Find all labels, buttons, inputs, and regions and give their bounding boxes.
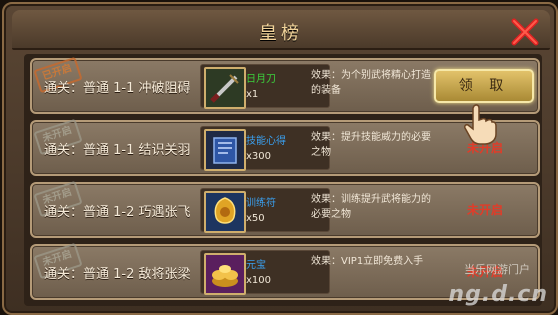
item-description: 效果：提升技能威力的必要之物	[311, 132, 431, 158]
skill-book-icon	[204, 129, 246, 171]
item-description-box: 效果：训练提升武将能力的必要之物	[311, 188, 433, 230]
sword-icon	[204, 67, 246, 109]
item-quantity: x1	[246, 89, 259, 100]
stage-label: 通关：普通 1-1 结识关羽	[44, 143, 191, 158]
gold-ingot-icon	[204, 253, 246, 295]
claim-button[interactable]: 领 取	[434, 69, 534, 103]
item-description-box: 效果：VIP1立即免费入手	[311, 250, 433, 292]
item-name: 训练符	[246, 198, 276, 209]
reward-panel: 皇榜 已开启 通关：普通 1-1 冲破阻碍 日月刀 x1 效果：为个别武将精心打…	[2, 2, 558, 315]
item-quantity: x300	[246, 151, 272, 162]
watermark-logo: ng.d.cn	[448, 282, 548, 307]
locked-status: 未开启	[466, 203, 503, 217]
close-icon[interactable]	[510, 17, 540, 47]
training-token-icon	[204, 191, 246, 233]
stage-label: 通关：普通 1-2 巧遇张飞	[44, 205, 191, 220]
stage-label: 通关：普通 1-2 敌将张梁	[44, 267, 191, 282]
item-description-box: 效果：提升技能威力的必要之物	[311, 126, 433, 168]
item-name: 技能心得	[246, 136, 286, 147]
stage-label: 通关：普通 1-1 冲破阻碍	[44, 81, 191, 96]
item-name: 日月刀	[246, 74, 276, 85]
item-description-box: 效果：为个别武将精心打造的装备	[311, 64, 433, 106]
item-quantity: x100	[246, 275, 272, 286]
item-description: 效果：为个别武将精心打造的装备	[311, 70, 431, 96]
item-name: 元宝	[246, 260, 266, 271]
item-description: 效果：训练提升武将能力的必要之物	[311, 194, 431, 220]
hand-pointer-icon	[464, 104, 497, 145]
watermark-text: 当乐网游门户	[464, 263, 530, 276]
reward-row: 未开启 通关：普通 1-2 巧遇张飞 训练符 x50 效果：训练提升武将能力的必…	[30, 180, 540, 238]
item-quantity: x50	[246, 213, 265, 224]
page-title: 皇榜	[259, 23, 303, 44]
item-description: 效果：VIP1立即免费入手	[311, 256, 424, 267]
title-bar: 皇榜	[12, 10, 550, 50]
